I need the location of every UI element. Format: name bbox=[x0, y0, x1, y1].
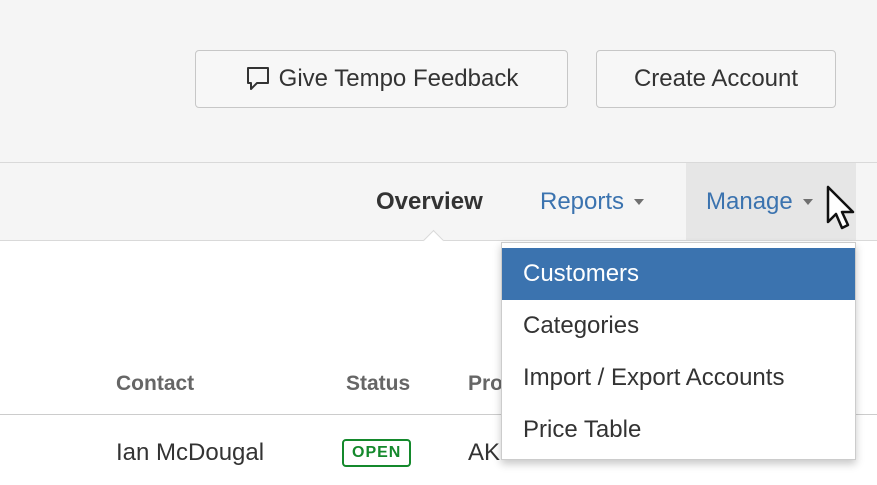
column-header-contact[interactable]: Contact bbox=[116, 372, 194, 396]
page-header: Give Tempo Feedback Create Account bbox=[0, 0, 877, 163]
tab-manage-label: Manage bbox=[706, 187, 793, 215]
menu-item-price-table[interactable]: Price Table bbox=[502, 404, 855, 456]
give-feedback-label: Give Tempo Feedback bbox=[278, 65, 519, 92]
menu-item-import-export[interactable]: Import / Export Accounts bbox=[502, 352, 855, 404]
tab-reports-label: Reports bbox=[540, 187, 625, 215]
tab-bar: Overview Reports Manage bbox=[0, 163, 877, 241]
manage-dropdown-menu: Customers Categories Import / Export Acc… bbox=[501, 242, 856, 460]
status-badge: OPEN bbox=[342, 439, 412, 467]
chevron-down-icon bbox=[634, 198, 645, 205]
column-header-product[interactable]: Pro bbox=[468, 372, 503, 396]
tab-overview-label: Overview bbox=[376, 187, 483, 215]
column-header-status[interactable]: Status bbox=[346, 372, 410, 396]
table-row-contact: Ian McDougal bbox=[116, 439, 265, 466]
give-feedback-button[interactable]: Give Tempo Feedback bbox=[195, 50, 568, 108]
speech-bubble-icon bbox=[245, 65, 271, 93]
menu-item-customers[interactable]: Customers bbox=[502, 248, 855, 300]
mouse-pointer-icon bbox=[824, 184, 864, 234]
table-row-product[interactable]: AK bbox=[468, 439, 500, 467]
tab-reports[interactable]: Reports bbox=[540, 163, 645, 240]
tab-overview[interactable]: Overview bbox=[376, 163, 483, 240]
chevron-down-icon bbox=[802, 198, 813, 205]
create-account-button[interactable]: Create Account bbox=[596, 50, 836, 108]
menu-item-categories[interactable]: Categories bbox=[502, 300, 855, 352]
